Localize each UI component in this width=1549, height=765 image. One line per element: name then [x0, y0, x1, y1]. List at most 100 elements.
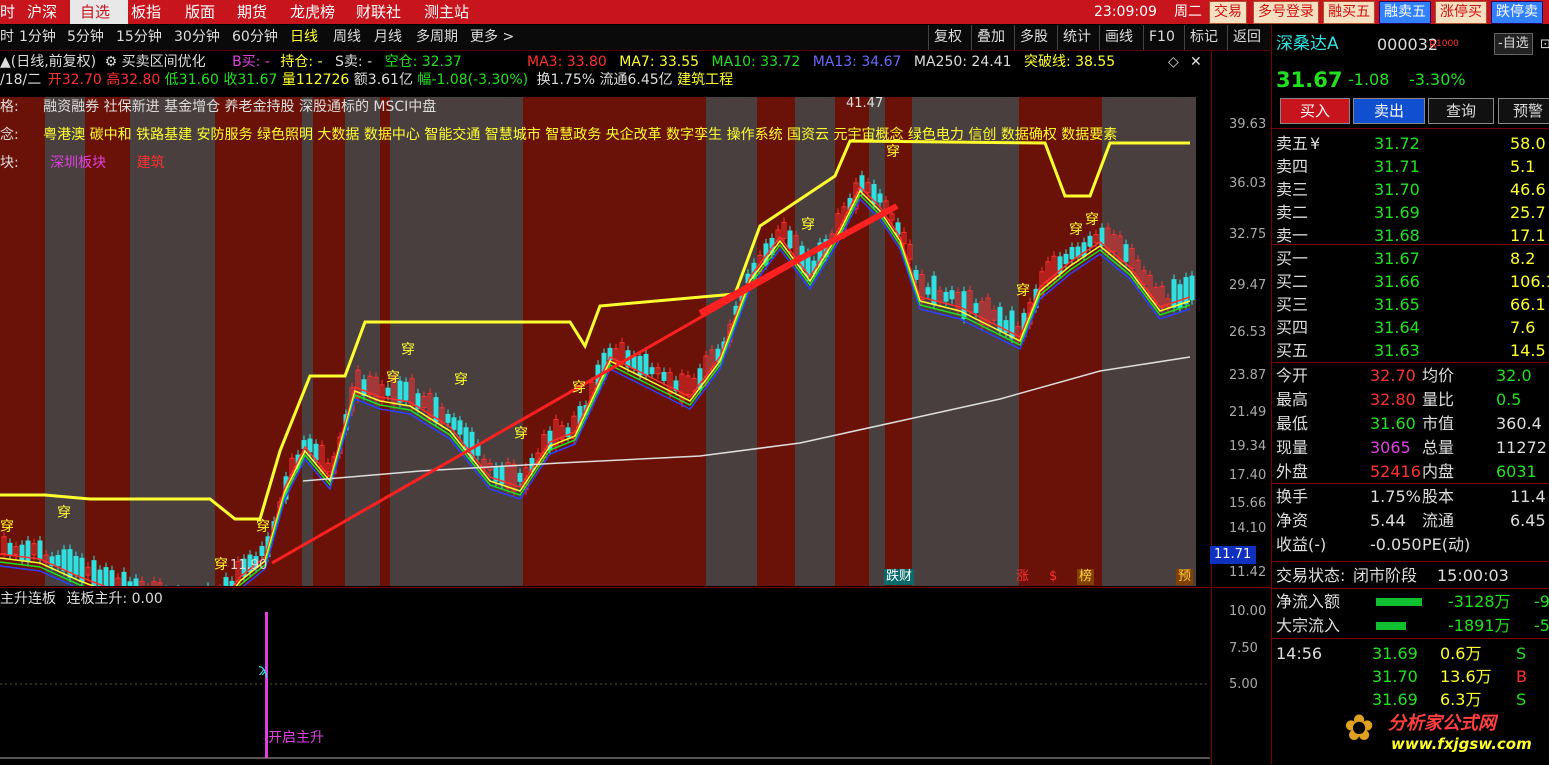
separator: [1272, 588, 1549, 589]
stat-label: 内盘: [1422, 462, 1455, 481]
price-axis-label: 36.03: [1229, 176, 1267, 191]
bid-label: 买四: [1276, 318, 1309, 337]
stat-label: 量比: [1422, 390, 1455, 409]
sub-indicator-panel[interactable]: [0, 587, 1210, 765]
candle-body: [109, 570, 115, 586]
stat-row: 今开 32.70 均价 32.0: [1272, 364, 1549, 387]
multi-login-button[interactable]: 多号登录: [1253, 1, 1319, 24]
period-60min[interactable]: 60分钟: [232, 25, 278, 50]
watermark-url: www.fxjgsw.com: [1391, 735, 1532, 753]
stat-label: PE(动): [1422, 535, 1471, 554]
event-tag-rank[interactable]: 榜: [1077, 569, 1095, 585]
settings-icon[interactable]: ⚙: [105, 54, 118, 70]
stat-label: 收益(-): [1276, 535, 1327, 554]
stat-row: 最高 32.80 量比 0.5: [1272, 388, 1549, 411]
period-more[interactable]: 更多 >: [470, 25, 514, 50]
close-icon[interactable]: ✕: [1190, 53, 1202, 71]
margin-sell-button[interactable]: 融卖五: [1379, 1, 1431, 24]
stat-value: 5.44: [1370, 511, 1406, 530]
tool-restore-rights[interactable]: 复权: [928, 25, 967, 50]
sub-indicator-title[interactable]: 主升连板: [0, 591, 56, 607]
candle-body: [949, 290, 955, 300]
candle-body: [787, 230, 793, 249]
period-monthly[interactable]: 月线: [374, 25, 402, 50]
tool-multi-stock[interactable]: 多股: [1014, 25, 1053, 50]
bid-price: 31.64: [1374, 318, 1420, 337]
sell-button[interactable]: 卖出: [1353, 98, 1425, 124]
event-tag-rise[interactable]: 涨: [1014, 569, 1031, 585]
period-weekly[interactable]: 周线: [333, 25, 361, 50]
menu-item-dragon-tiger[interactable]: 龙虎榜: [290, 0, 345, 24]
candle-body: [517, 472, 523, 482]
bid-volume: 8.2: [1510, 249, 1536, 268]
stat-label: 最低: [1276, 414, 1309, 433]
separator: [1272, 638, 1549, 639]
stat-label: 股本: [1422, 487, 1455, 506]
bid-volume: 14.5: [1510, 341, 1546, 360]
menu-item-time[interactable]: 时: [0, 0, 20, 24]
tool-f10[interactable]: F10: [1143, 25, 1180, 50]
quote-volume: 量112726: [281, 72, 350, 88]
limit-down-sell-button[interactable]: 跌停卖: [1491, 1, 1543, 24]
tool-draw-line[interactable]: 画线: [1099, 25, 1138, 50]
bid-label: 买二: [1276, 272, 1309, 291]
period-15min[interactable]: 15分钟: [116, 25, 162, 50]
ask-volume: 58.0: [1510, 134, 1546, 153]
menu-item-index[interactable]: 板指: [131, 0, 171, 24]
quote-high: 高32.80: [106, 72, 161, 88]
event-tag-fall[interactable]: 跌财: [884, 569, 915, 585]
candle-body: [307, 438, 313, 453]
indicator-header: ▲(日线,前复权) ⚙ 买卖区间优化 B买: - 持仓: - S卖: - 空仓:…: [0, 53, 462, 71]
alert-button[interactable]: 预警: [1498, 98, 1549, 124]
candle-body: [1069, 247, 1075, 260]
menu-item-futures[interactable]: 期货: [237, 0, 277, 24]
tool-mark[interactable]: 标记: [1184, 25, 1223, 50]
stat-row: 现量 3065 总量 11272: [1272, 436, 1549, 459]
stat-row: 换手 1.75% 股本 11.4: [1272, 485, 1549, 508]
period-1min[interactable]: 1分钟: [19, 25, 56, 50]
trade-button[interactable]: 交易: [1209, 1, 1247, 24]
quote-open: 开32.70: [47, 72, 102, 88]
diamond-icon[interactable]: ◇: [1168, 53, 1179, 71]
limit-up-buy-button[interactable]: 涨停买: [1435, 1, 1487, 24]
period-multi[interactable]: 多周期: [416, 25, 458, 50]
price-axis-label: 19.34: [1229, 439, 1267, 454]
stat-value: 11272: [1496, 438, 1547, 457]
menu-item-hushen[interactable]: 沪深: [27, 0, 67, 24]
pierce-marker: 穿: [1069, 222, 1083, 238]
stat-row: 净资 5.44 流通 6.45: [1272, 509, 1549, 532]
background-band: [313, 97, 345, 586]
menu-item-watchlist[interactable]: 自选: [70, 0, 128, 24]
pierce-marker: 穿: [386, 370, 400, 386]
period-5min[interactable]: 5分钟: [67, 25, 104, 50]
expand-icon[interactable]: ⊡: [1540, 33, 1549, 56]
tool-back[interactable]: 返回: [1227, 25, 1266, 50]
ask-row: 卖四 31.71 5.1: [1272, 155, 1549, 178]
separator: [1272, 244, 1549, 245]
sub-indicator-header: 主升连板 连板主升: 0.00: [0, 590, 163, 608]
period-time[interactable]: 时: [0, 25, 14, 50]
tool-overlay[interactable]: 叠加: [971, 25, 1010, 50]
indicator-name[interactable]: 买卖区间优化: [122, 54, 206, 70]
price-axis-label: 32.75: [1229, 227, 1267, 242]
period-30min[interactable]: 30分钟: [174, 25, 220, 50]
period-toolbar: 时 1分钟 5分钟 15分钟 30分钟 60分钟 日线 周线 月线 多周期 更多…: [0, 25, 1270, 51]
bid-label: 买五: [1276, 341, 1309, 360]
buy-button[interactable]: 买入: [1280, 98, 1350, 124]
watchlist-toggle-button[interactable]: -自选: [1494, 33, 1533, 55]
event-tag-dollar[interactable]: $: [1047, 569, 1059, 585]
quote-close: 收31.67: [223, 72, 278, 88]
menu-item-test-server[interactable]: 测主站: [424, 0, 479, 24]
menu-item-cls[interactable]: 财联社: [356, 0, 411, 24]
period-daily[interactable]: 日线: [290, 25, 318, 50]
ask-volume: 5.1: [1510, 157, 1536, 176]
quote-amount: 额3.61亿: [353, 72, 413, 88]
background-band: [885, 97, 912, 586]
flow-bar: [1376, 622, 1406, 630]
low-price-label: 11.90: [230, 558, 268, 573]
tool-statistics[interactable]: 统计: [1057, 25, 1096, 50]
query-button[interactable]: 查询: [1428, 98, 1494, 124]
menu-item-layout[interactable]: 版面: [185, 0, 225, 24]
margin-buy-button[interactable]: 融买五: [1323, 1, 1375, 24]
event-tag-forecast[interactable]: 预: [1176, 569, 1194, 585]
